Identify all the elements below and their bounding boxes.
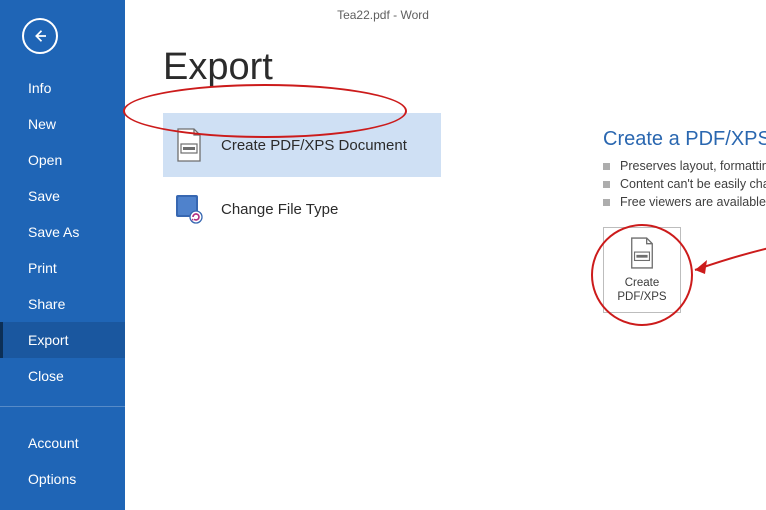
option-label: Create PDF/XPS Document — [221, 137, 407, 154]
pdf-document-icon — [173, 129, 205, 161]
sidebar-item-label: Save — [28, 188, 60, 204]
option-label: Change File Type — [221, 201, 338, 218]
bullet-text: Preserves layout, formatting, fonts, and… — [620, 159, 766, 173]
sidebar-separator — [0, 406, 125, 407]
page-title: Export — [163, 46, 766, 89]
sidebar-item-save-as[interactable]: Save As — [0, 214, 125, 250]
bullet-square-icon — [603, 181, 610, 188]
pdf-document-icon — [628, 236, 656, 270]
change-file-type-icon — [173, 193, 205, 225]
sidebar-item-close[interactable]: Close — [0, 358, 125, 394]
sidebar-item-account[interactable]: Account — [0, 425, 125, 461]
sidebar-item-label: Open — [28, 152, 62, 168]
sidebar-item-options[interactable]: Options — [0, 461, 125, 497]
sidebar-item-label: Account — [28, 435, 79, 451]
create-button-label: CreatePDF/XPS — [617, 276, 666, 305]
sidebar-footer: Account Options — [0, 425, 125, 497]
sidebar-item-export[interactable]: Export — [0, 322, 125, 358]
back-arrow-icon — [31, 27, 49, 45]
detail-bullets: Preserves layout, formatting, fonts, and… — [603, 159, 766, 209]
sidebar-item-new[interactable]: New — [0, 106, 125, 142]
sidebar-nav: Info New Open Save Save As Print Share E… — [0, 70, 125, 394]
create-pdf-xps-button[interactable]: CreatePDF/XPS — [603, 227, 681, 313]
sidebar-item-label: New — [28, 116, 56, 132]
sidebar-item-label: Export — [28, 332, 68, 348]
detail-bullet: Content can't be easily changed — [603, 177, 766, 191]
bullet-text: Free viewers are available on the web — [620, 195, 766, 209]
export-detail: Create a PDF/XPS Document Preserves layo… — [603, 128, 766, 313]
sidebar-item-info[interactable]: Info — [0, 70, 125, 106]
bullet-text: Content can't be easily changed — [620, 177, 766, 191]
backstage-sidebar: Info New Open Save Save As Print Share E… — [0, 0, 125, 510]
sidebar-item-label: Options — [28, 471, 76, 487]
word-backstage: Tea22.pdf - Word Info New Open Save Save… — [0, 0, 766, 510]
detail-title: Create a PDF/XPS Document — [603, 128, 766, 151]
sidebar-item-label: Close — [28, 368, 64, 384]
sidebar-item-label: Share — [28, 296, 65, 312]
sidebar-item-save[interactable]: Save — [0, 178, 125, 214]
sidebar-item-label: Print — [28, 260, 57, 276]
sidebar-item-label: Save As — [28, 224, 79, 240]
sidebar-item-label: Info — [28, 80, 51, 96]
sidebar-item-open[interactable]: Open — [0, 142, 125, 178]
sidebar-item-share[interactable]: Share — [0, 286, 125, 322]
export-options: Create PDF/XPS Document Change File Type — [163, 113, 441, 241]
sidebar-item-print[interactable]: Print — [0, 250, 125, 286]
detail-bullet: Preserves layout, formatting, fonts, and… — [603, 159, 766, 173]
bullet-square-icon — [603, 163, 610, 170]
detail-bullet: Free viewers are available on the web — [603, 195, 766, 209]
option-create-pdf-xps[interactable]: Create PDF/XPS Document — [163, 113, 441, 177]
option-change-file-type[interactable]: Change File Type — [163, 177, 441, 241]
bullet-square-icon — [603, 199, 610, 206]
backstage-main: Export Create PDF/XPS Document — [125, 0, 766, 510]
back-button[interactable] — [22, 18, 58, 54]
